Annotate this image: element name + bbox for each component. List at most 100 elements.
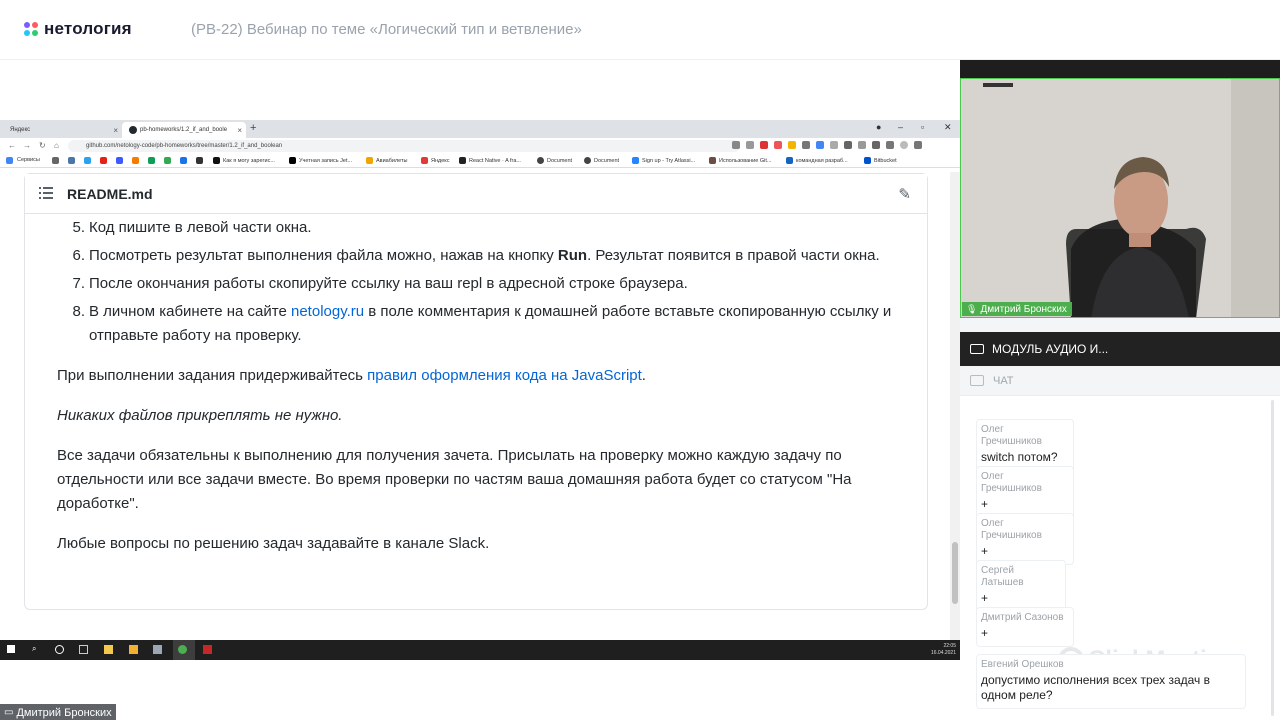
extension-icon[interactable] <box>858 141 866 149</box>
youtube-icon[interactable] <box>100 157 107 164</box>
netology-link[interactable]: netology.ru <box>291 303 364 320</box>
back-icon[interactable]: ← <box>8 141 16 150</box>
close-icon[interactable]: × <box>237 126 242 135</box>
new-tab-button[interactable]: + <box>250 122 256 134</box>
video-top-strip <box>960 60 1280 78</box>
bookmark-item[interactable]: Как я могу зарегис... <box>213 157 275 164</box>
chat-messages[interactable]: Олег Гречишников switch потом? Олег Греч… <box>960 396 1280 720</box>
browser-tab-yandex[interactable]: Яндекс × <box>0 122 122 138</box>
nameplate-text: Дмитрий Бронских <box>980 304 1067 315</box>
microphone-icon: 🎙 <box>966 304 978 314</box>
extension-icon[interactable] <box>788 141 796 149</box>
extension-icon[interactable] <box>774 141 782 149</box>
browser-tab-github[interactable]: pb-homeworks/1.2_if_and_boole × <box>122 122 246 138</box>
message-text: + <box>981 626 989 640</box>
apps-icon[interactable] <box>6 157 13 164</box>
audio-module-row[interactable]: МОДУЛЬ АУДИО И... <box>960 332 1280 366</box>
list-text: После окончания работы скопируйте ссылку… <box>89 275 688 292</box>
bookmark-item[interactable]: React Native · A fra... <box>459 157 521 164</box>
list-number: 6. <box>72 247 85 264</box>
browser-tabstrip: Яндекс × pb-homeworks/1.2_if_and_boole ×… <box>0 120 960 138</box>
page-scrollbar[interactable] <box>950 172 960 642</box>
paragraph-text: . <box>641 367 646 384</box>
forward-icon[interactable]: → <box>23 141 31 150</box>
menu-icon[interactable] <box>914 141 922 149</box>
extension-icon[interactable] <box>816 141 824 149</box>
close-icon[interactable]: × <box>113 126 118 135</box>
puzzle-icon[interactable] <box>872 141 880 149</box>
readme-content: 5. Код пишите в левой части окна. 6. Пос… <box>57 214 902 556</box>
steps-list: 5. Код пишите в левой части окна. 6. Пос… <box>57 216 902 348</box>
extension-icon[interactable] <box>886 141 894 149</box>
scrollbar-thumb[interactable] <box>952 542 958 604</box>
right-panel: 🎙 Дмитрий Бронских МОДУЛЬ АУДИО И... ЧАТ… <box>960 60 1280 720</box>
bookmark-icon[interactable] <box>116 157 123 164</box>
extension-icon[interactable] <box>844 141 852 149</box>
github-icon <box>129 126 137 134</box>
bookmark-icon[interactable] <box>148 157 155 164</box>
chat-header[interactable]: ЧАТ <box>960 366 1280 396</box>
list-number: 5. <box>72 219 85 236</box>
bookmarks-bar: Сервисы Как я могу зарегис... Учетная за… <box>0 154 960 168</box>
app-icon[interactable] <box>203 645 212 654</box>
bookmark-label: Авиабилеты <box>376 157 408 164</box>
bookmark-item[interactable]: Document <box>584 157 619 164</box>
netology-logo[interactable]: нетология <box>24 19 132 39</box>
chrome-icon[interactable] <box>178 645 187 654</box>
minimize-button[interactable]: – <box>898 122 903 132</box>
bookmark-label: Сервисы <box>17 157 40 163</box>
bookmark-icon[interactable] <box>164 157 171 164</box>
bookmark-item[interactable]: Sign up - Try Atlassi... <box>632 157 695 164</box>
bookmark-icon[interactable] <box>180 157 187 164</box>
reload-icon[interactable]: ↻ <box>39 141 46 150</box>
bookmark-icon[interactable] <box>132 157 139 164</box>
list-text: Посмотреть результат выполнения файла мо… <box>89 247 558 264</box>
extension-icon[interactable] <box>830 141 838 149</box>
bookmark-item[interactable]: Авиабилеты <box>366 157 408 164</box>
bookmark-item[interactable]: Bitbucket <box>864 157 897 164</box>
task-view-icon[interactable] <box>79 645 88 654</box>
bookmark-item[interactable]: Document <box>537 157 572 164</box>
code-style-link[interactable]: правил оформления кода на JavaScript <box>367 367 642 384</box>
home-icon[interactable]: ⌂ <box>54 141 59 150</box>
message-author: Сергей Латышев <box>981 565 1024 588</box>
extension-icon[interactable] <box>760 141 768 149</box>
star-icon[interactable] <box>746 141 754 149</box>
message-text: + <box>981 591 989 605</box>
url-input[interactable]: github.com/netology-code/pb-homeworks/tr… <box>68 140 740 152</box>
extension-icon[interactable] <box>802 141 810 149</box>
bookmark-item[interactable]: Сервисы <box>17 157 40 163</box>
clock-time: 22:05 <box>943 643 956 649</box>
chat-message: Олег Гречишников + <box>976 466 1074 518</box>
video-nameplate: 🎙 Дмитрий Бронских <box>962 302 1072 316</box>
restore-button[interactable]: ▫ <box>921 122 924 132</box>
record-icon: ● <box>876 122 882 132</box>
presenter-video[interactable]: 🎙 Дмитрий Бронских <box>960 78 1280 318</box>
zoom-icon[interactable] <box>732 141 740 149</box>
search-icon[interactable]: ⌕ <box>32 644 41 653</box>
close-window-button[interactable]: ✕ <box>944 122 952 133</box>
edit-pencil-icon[interactable]: ✎ <box>898 185 911 203</box>
bookmark-icon[interactable] <box>84 157 91 164</box>
profile-avatar[interactable] <box>900 141 908 149</box>
chat-scrollbar[interactable] <box>1271 400 1274 716</box>
bookmark-icon[interactable] <box>52 157 59 164</box>
bookmark-item[interactable]: командная разраб... <box>786 157 848 164</box>
windows-start-icon[interactable] <box>7 645 15 653</box>
extension-icons <box>732 141 922 149</box>
bookmark-item[interactable]: Яндекс <box>421 157 450 164</box>
app-icon[interactable] <box>153 645 162 654</box>
cortana-icon[interactable] <box>55 645 64 654</box>
folder-icon[interactable] <box>129 645 138 654</box>
message-text: + <box>981 497 989 511</box>
file-icon[interactable] <box>104 645 113 654</box>
message-author: Дмитрий Сазонов <box>981 612 1064 623</box>
camera-icon <box>970 344 984 354</box>
list-item: 8. В личном кабинете на сайте netology.r… <box>57 300 902 348</box>
list-icon[interactable] <box>39 187 53 199</box>
github-icon[interactable] <box>196 157 203 164</box>
vk-icon[interactable] <box>68 157 75 164</box>
bookmark-item[interactable]: Использование Git... <box>709 157 771 164</box>
tab-label: pb-homeworks/1.2_if_and_boole <box>140 127 228 133</box>
bookmark-item[interactable]: Учетная запись Jet... <box>289 157 352 164</box>
